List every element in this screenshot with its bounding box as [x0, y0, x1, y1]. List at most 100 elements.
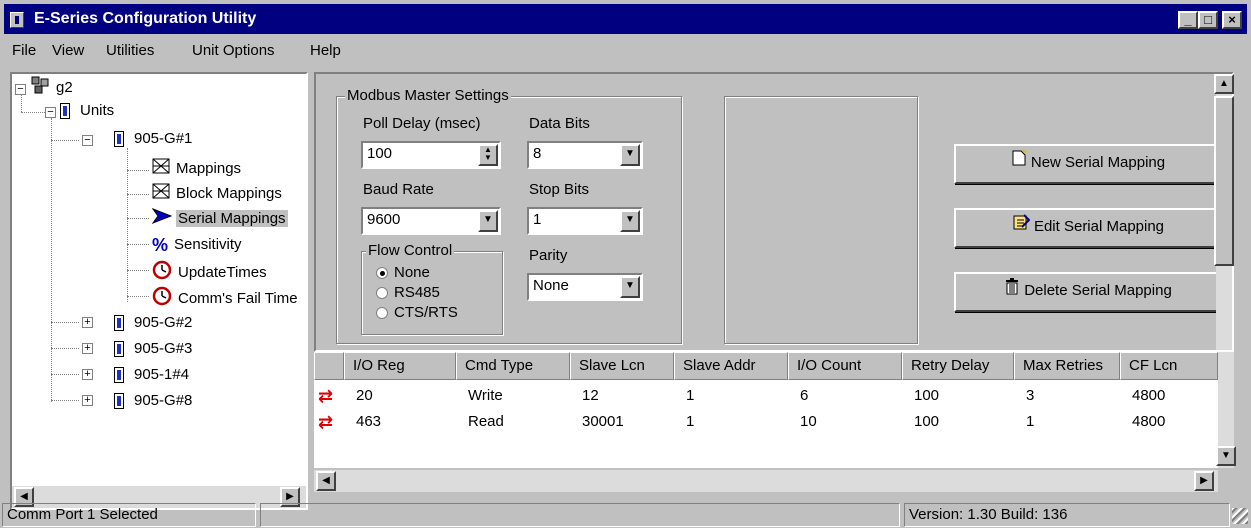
- stop-bits-select[interactable]: 1 ▼: [527, 207, 643, 235]
- poll-delay-value: 100: [367, 145, 393, 162]
- dropdown-arrow-icon[interactable]: ▼: [478, 210, 498, 232]
- delete-serial-mapping-label: Delete Serial Mapping: [1024, 282, 1172, 299]
- cell-cmd-type: Read: [468, 413, 504, 430]
- network-icon: [30, 75, 50, 102]
- header-spacer: [314, 352, 344, 380]
- menu-utilities[interactable]: Utilities: [106, 42, 154, 59]
- expand-unit-toggle[interactable]: +: [82, 369, 93, 380]
- flow-none-radio[interactable]: None: [376, 264, 430, 281]
- poll-delay-label: Poll Delay (msec): [363, 115, 481, 132]
- poll-delay-spinner[interactable]: 100 ▲ ▼: [361, 141, 501, 169]
- column-header-retry-delay[interactable]: Retry Delay: [902, 352, 1014, 380]
- collapse-units-toggle[interactable]: −: [45, 107, 56, 118]
- tree-unit-905-g1[interactable]: 905-G#1: [114, 128, 194, 150]
- resize-grip-icon[interactable]: [1232, 508, 1248, 524]
- baud-rate-select[interactable]: 9600 ▼: [361, 207, 501, 235]
- minimize-button[interactable]: _: [1178, 11, 1198, 29]
- scroll-thumb[interactable]: [1214, 96, 1234, 266]
- table-horizontal-scrollbar[interactable]: ◀ ▶: [314, 470, 1218, 492]
- table-row[interactable]: ⇄ 20 Write 12 1 6 100 3 4800: [314, 384, 1218, 408]
- cell-io-reg: 20: [356, 387, 373, 404]
- tree-item-serial-mappings[interactable]: Serial Mappings: [151, 207, 288, 230]
- app-icon[interactable]: [10, 12, 24, 28]
- new-document-icon: [1011, 146, 1028, 180]
- radio-selected-icon: [376, 267, 388, 280]
- parity-value: None: [533, 277, 569, 294]
- menu-view[interactable]: View: [52, 42, 84, 59]
- column-header-io-reg[interactable]: I/O Reg: [344, 352, 456, 380]
- clock-icon: [152, 286, 172, 313]
- tree-item-update-times[interactable]: UpdateTimes: [152, 260, 269, 282]
- edit-serial-mapping-button[interactable]: Edit Serial Mapping: [954, 208, 1222, 248]
- settings-vertical-scrollbar[interactable]: ▲: [1214, 74, 1234, 350]
- column-header-slave-lcn[interactable]: Slave Lcn: [570, 352, 674, 380]
- units-icon: [60, 103, 70, 120]
- tree-root-g2[interactable]: g2: [30, 75, 75, 97]
- maximize-button[interactable]: □: [1198, 11, 1218, 29]
- cell-slave-lcn: 12: [582, 387, 599, 404]
- table-header: I/O Reg Cmd Type Slave Lcn Slave Addr I/…: [314, 352, 1218, 380]
- menu-help[interactable]: Help: [310, 42, 341, 59]
- status-left: Comm Port 1 Selected: [2, 503, 256, 527]
- column-header-cf-lcn[interactable]: CF Lcn: [1120, 352, 1218, 380]
- expand-unit-toggle[interactable]: +: [82, 395, 93, 406]
- tree-unit-label: 905-G#2: [134, 314, 193, 331]
- expand-unit-toggle[interactable]: +: [82, 317, 93, 328]
- table-vertical-scrollbar[interactable]: ▼: [1216, 352, 1236, 468]
- scroll-up-button[interactable]: ▲: [1214, 74, 1234, 94]
- settings-pane: Modbus Master Settings Poll Delay (msec)…: [314, 72, 1234, 352]
- collapse-unit1-toggle[interactable]: −: [82, 135, 93, 146]
- cell-retry-delay: 100: [914, 413, 940, 430]
- data-bits-value: 8: [533, 145, 542, 162]
- dropdown-arrow-icon[interactable]: ▼: [620, 276, 640, 298]
- menu-file[interactable]: File: [12, 42, 36, 59]
- cell-io-count: 10: [800, 413, 817, 430]
- table-row[interactable]: ⇄ 463 Read 30001 1 10 100 1 4800: [314, 410, 1218, 434]
- new-serial-mapping-button[interactable]: New Serial Mapping: [954, 144, 1222, 184]
- tree-item-sensitivity[interactable]: % Sensitivity: [152, 234, 244, 256]
- flow-cts-rts-radio[interactable]: CTS/RTS: [376, 304, 458, 321]
- tree-unit-905-g3[interactable]: 905-G#3: [114, 338, 194, 360]
- parity-select[interactable]: None ▼: [527, 273, 643, 301]
- tree-item-comms-fail-time[interactable]: Comm's Fail Time: [152, 286, 300, 308]
- unit-icon: [114, 315, 124, 332]
- spinner-updown-icon[interactable]: ▲ ▼: [478, 144, 498, 166]
- parity-label: Parity: [529, 247, 568, 264]
- column-header-max-retries[interactable]: Max Retries: [1014, 352, 1120, 380]
- menu-unit-options[interactable]: Unit Options: [192, 42, 275, 59]
- cell-io-count: 6: [800, 387, 809, 404]
- collapse-root-toggle[interactable]: −: [15, 84, 26, 95]
- expand-unit-toggle[interactable]: +: [82, 343, 93, 354]
- scroll-left-button[interactable]: ◀: [316, 471, 336, 491]
- flow-rs485-radio[interactable]: RS485: [376, 284, 440, 301]
- tree-unit-905-g2[interactable]: 905-G#2: [114, 312, 194, 334]
- scroll-right-button[interactable]: ▶: [1194, 471, 1214, 491]
- tree-item-mappings[interactable]: Mappings: [152, 158, 243, 180]
- close-button[interactable]: ×: [1222, 11, 1242, 29]
- tree-unit-label: 905-1#4: [134, 366, 190, 383]
- cell-slave-addr: 1: [686, 413, 695, 430]
- radio-label: CTS/RTS: [394, 304, 458, 321]
- delete-serial-mapping-button[interactable]: Delete Serial Mapping: [954, 272, 1222, 312]
- flow-control-title: Flow Control: [366, 242, 455, 259]
- dropdown-arrow-icon[interactable]: ▼: [620, 210, 640, 232]
- tree-item-label: Serial Mappings: [176, 210, 288, 228]
- column-header-slave-addr[interactable]: Slave Addr: [674, 352, 788, 380]
- scroll-down-button[interactable]: ▼: [1216, 446, 1236, 466]
- modbus-settings-title: Modbus Master Settings: [345, 87, 511, 104]
- tree-item-block-mappings[interactable]: Block Mappings: [152, 183, 284, 205]
- tree-unit-905-g8[interactable]: 905-G#8: [114, 390, 194, 412]
- tree-unit-905-1-4[interactable]: 905-1#4: [114, 364, 191, 386]
- column-header-cmd-type[interactable]: Cmd Type: [456, 352, 570, 380]
- tree-units[interactable]: Units: [60, 100, 116, 122]
- tree-item-label: UpdateTimes: [178, 264, 267, 282]
- title-bar[interactable]: E-Series Configuration Utility _ □ ×: [4, 4, 1247, 34]
- unit-tree[interactable]: − g2 − Units − 905-G#1 Mappings Block Ma…: [10, 72, 308, 510]
- dropdown-arrow-icon[interactable]: ▼: [620, 144, 640, 166]
- column-header-io-count[interactable]: I/O Count: [788, 352, 902, 380]
- unit-icon: [114, 131, 124, 148]
- data-bits-select[interactable]: 8 ▼: [527, 141, 643, 169]
- app-window: E-Series Configuration Utility _ □ × Fil…: [0, 0, 1251, 528]
- serial-mapping-table[interactable]: I/O Reg Cmd Type Slave Lcn Slave Addr I/…: [314, 352, 1218, 468]
- tree-unit-label: 905-G#8: [134, 392, 193, 409]
